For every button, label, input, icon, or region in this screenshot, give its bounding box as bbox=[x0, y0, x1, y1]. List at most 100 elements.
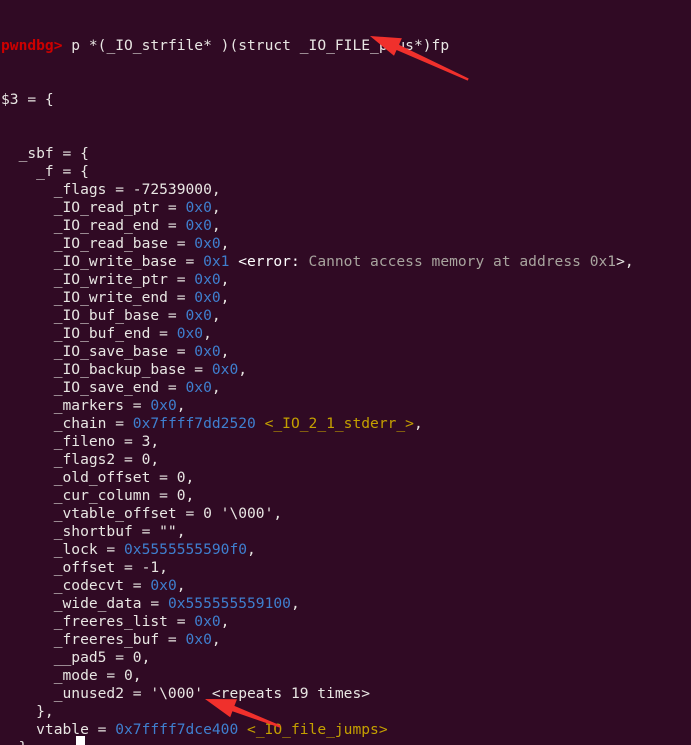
hex-value: 0x0 bbox=[176, 325, 204, 342]
struct-line: _IO_write_ptr = 0x0, bbox=[1, 271, 634, 289]
field-name: _IO_read_ptr = bbox=[1, 199, 186, 216]
line-tail: , bbox=[220, 289, 230, 306]
struct-line: vtable = 0x7ffff7dce400 <_IO_file_jumps> bbox=[1, 721, 634, 739]
hex-value: 0x0 bbox=[194, 235, 221, 252]
field-assignment: _vtable_offset = 0 '\000', bbox=[1, 505, 283, 522]
line-tail: , bbox=[413, 415, 423, 432]
hex-value: 0x0 bbox=[194, 289, 221, 306]
struct-line: _IO_save_base = 0x0, bbox=[1, 343, 634, 361]
field-name: _codecvt = bbox=[1, 577, 151, 594]
hex-value: 0x0 bbox=[194, 613, 221, 630]
struct-line: _mode = 0, bbox=[1, 667, 634, 685]
field-name: _IO_backup_base = bbox=[1, 361, 212, 378]
struct-line: }, bbox=[1, 739, 634, 745]
field-name: _chain = bbox=[1, 415, 133, 432]
field-name: _IO_save_base = bbox=[1, 343, 195, 360]
line-tail: , bbox=[211, 379, 221, 396]
shell-prompt: pwndbg> bbox=[1, 37, 63, 54]
struct-line: _flags = -72539000, bbox=[1, 181, 634, 199]
struct-line: _freeres_buf = 0x0, bbox=[1, 631, 634, 649]
error-message: Cannot access memory at address 0x1 bbox=[308, 253, 617, 270]
struct-line: _IO_write_end = 0x0, bbox=[1, 289, 634, 307]
struct-dump: _sbf = { _f = { _flags = -72539000, _IO_… bbox=[1, 145, 634, 745]
struct-line: _chain = 0x7ffff7dd2520 <_IO_2_1_stderr_… bbox=[1, 415, 634, 433]
struct-line: _lock = 0x5555555590f0, bbox=[1, 541, 634, 559]
hex-value: 0x555555559100 bbox=[167, 595, 291, 612]
line-tail: >, bbox=[616, 253, 634, 270]
brace-token: _f = { bbox=[1, 163, 89, 180]
line-tail: , bbox=[211, 199, 221, 216]
field-name: vtable = bbox=[1, 721, 116, 738]
field-assignment: _mode = 0, bbox=[1, 667, 142, 684]
field-name: _IO_write_base = bbox=[1, 253, 204, 270]
hex-value: 0x0 bbox=[185, 631, 212, 648]
brace-token: }, bbox=[1, 703, 54, 720]
struct-line: _freeres_list = 0x0, bbox=[1, 613, 634, 631]
brace-token: }, bbox=[1, 739, 37, 745]
hex-value: 0x0 bbox=[150, 577, 177, 594]
field-name: _IO_buf_end = bbox=[1, 325, 177, 342]
hex-value: 0x0 bbox=[185, 379, 212, 396]
struct-line: _f = { bbox=[1, 163, 634, 181]
hex-value: 0x0 bbox=[185, 217, 212, 234]
field-name: _IO_read_base = bbox=[1, 235, 195, 252]
hex-value: 0x5555555590f0 bbox=[124, 541, 248, 558]
line-tail: , bbox=[203, 325, 212, 342]
struct-line: _markers = 0x0, bbox=[1, 397, 634, 415]
struct-line: _unused2 = '\000' <repeats 19 times> bbox=[1, 685, 634, 703]
result-var-line: $3 = { bbox=[1, 91, 634, 109]
struct-line: _fileno = 3, bbox=[1, 433, 634, 451]
struct-line: _vtable_offset = 0 '\000', bbox=[1, 505, 634, 523]
field-assignment: _old_offset = 0, bbox=[1, 469, 195, 486]
hex-value: 0x0 bbox=[185, 307, 212, 324]
line-tail: , bbox=[211, 307, 221, 324]
field-assignment: _cur_column = 0, bbox=[1, 487, 195, 504]
field-assignment: _offset = -1, bbox=[1, 559, 168, 576]
line-tail: , bbox=[220, 343, 230, 360]
field-name: _IO_write_end = bbox=[1, 289, 195, 306]
struct-line: _IO_save_end = 0x0, bbox=[1, 379, 634, 397]
terminal-screen: pwndbg> p *(_IO_strfile* )(struct _IO_FI… bbox=[0, 0, 634, 745]
field-assignment: _flags2 = 0, bbox=[1, 451, 160, 468]
struct-line: _cur_column = 0, bbox=[1, 487, 634, 505]
symbol-name: <_IO_file_jumps> bbox=[238, 721, 388, 738]
field-assignment: _shortbuf = "", bbox=[1, 523, 186, 540]
struct-line: _IO_read_end = 0x0, bbox=[1, 217, 634, 235]
field-name: _IO_read_end = bbox=[1, 217, 186, 234]
hex-value: 0x0 bbox=[211, 361, 239, 378]
command-line: pwndbg> p *(_IO_strfile* )(struct _IO_FI… bbox=[1, 37, 634, 55]
hex-value: 0x0 bbox=[150, 397, 177, 414]
field-name: _freeres_buf = bbox=[1, 631, 186, 648]
struct-line: _codecvt = 0x0, bbox=[1, 577, 634, 595]
struct-line: _flags2 = 0, bbox=[1, 451, 634, 469]
hex-value: 0x7ffff7dd2520 bbox=[132, 415, 256, 432]
field-name: _IO_buf_base = bbox=[1, 307, 186, 324]
struct-line: _old_offset = 0, bbox=[1, 469, 634, 487]
text-cursor bbox=[76, 736, 85, 745]
line-tail: , bbox=[238, 361, 248, 378]
error-open: <error: bbox=[229, 253, 309, 270]
line-tail: , bbox=[290, 595, 300, 612]
line-tail: , bbox=[211, 217, 221, 234]
field-name: _lock = bbox=[1, 541, 125, 558]
line-tail: , bbox=[220, 271, 230, 288]
struct-line: _wide_data = 0x555555559100, bbox=[1, 595, 634, 613]
struct-line: _IO_read_base = 0x0, bbox=[1, 235, 634, 253]
struct-line: _IO_backup_base = 0x0, bbox=[1, 361, 634, 379]
struct-line: _sbf = { bbox=[1, 145, 634, 163]
hex-value: 0x0 bbox=[194, 343, 221, 360]
terminal-window[interactable]: pwndbg> p *(_IO_strfile* )(struct _IO_FI… bbox=[0, 0, 691, 745]
struct-line: _IO_buf_base = 0x0, bbox=[1, 307, 634, 325]
struct-line: }, bbox=[1, 703, 634, 721]
command-text: p *(_IO_strfile* )(struct _IO_FILE_plus*… bbox=[62, 37, 450, 54]
field-name: _freeres_list = bbox=[1, 613, 195, 630]
line-tail: , bbox=[247, 541, 256, 558]
field-assignment: _unused2 = '\000' <repeats 19 times> bbox=[1, 685, 371, 702]
hex-value: 0x7ffff7dce400 bbox=[115, 721, 239, 738]
line-tail: , bbox=[211, 631, 221, 648]
line-tail: , bbox=[220, 613, 230, 630]
hex-value: 0x0 bbox=[185, 199, 212, 216]
line-tail: , bbox=[220, 235, 230, 252]
struct-line: __pad5 = 0, bbox=[1, 649, 634, 667]
field-assignment: __pad5 = 0, bbox=[1, 649, 151, 666]
